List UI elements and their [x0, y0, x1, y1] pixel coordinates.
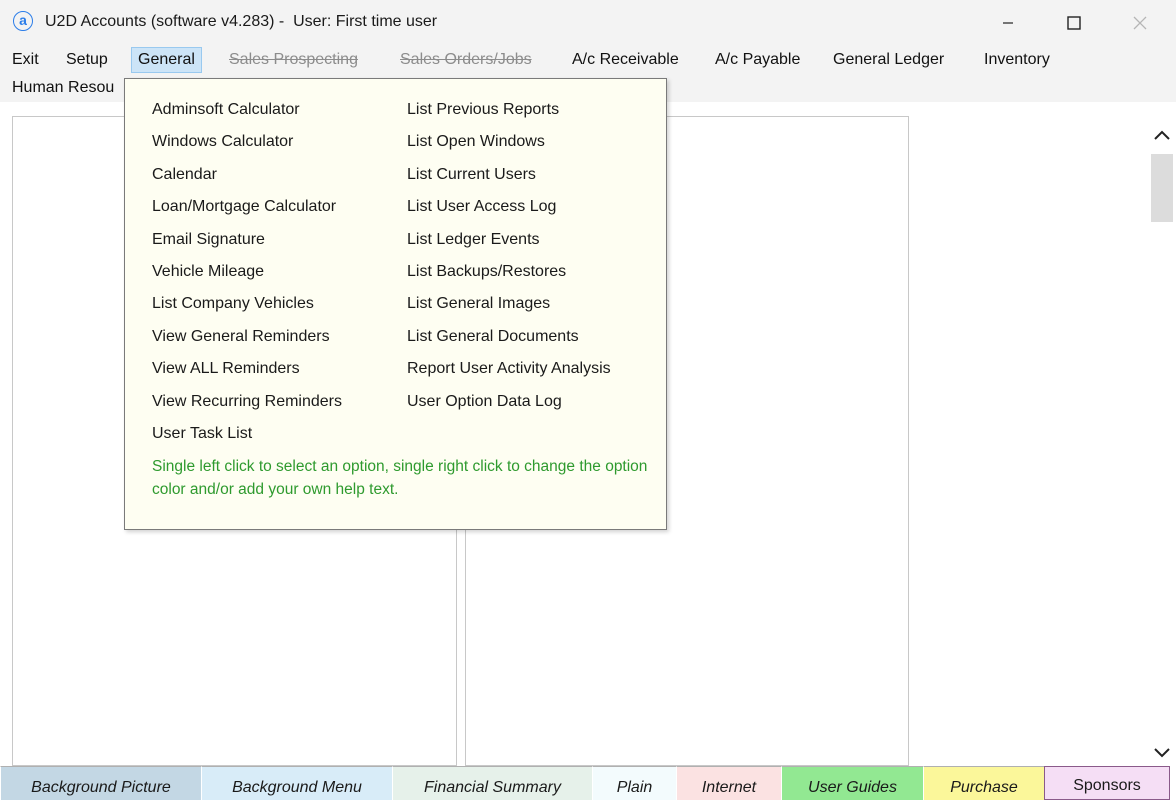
app-logo-icon: a [13, 11, 33, 31]
scroll-up-button[interactable] [1151, 124, 1173, 146]
menu-option-list-previous-reports[interactable]: List Previous Reports [407, 100, 559, 120]
menu-option-list-user-access-log[interactable]: List User Access Log [407, 197, 556, 217]
close-button[interactable] [1107, 0, 1173, 46]
tab-plain[interactable]: Plain [592, 766, 676, 800]
menu-ac-receivable[interactable]: A/c Receivable [572, 48, 679, 72]
menu-option-loan-mortgage-calculator[interactable]: Loan/Mortgage Calculator [152, 197, 336, 217]
menu-sales-orders-jobs[interactable]: Sales Orders/Jobs [400, 48, 532, 72]
menu-option-list-open-windows[interactable]: List Open Windows [407, 132, 545, 152]
menu-option-view-recurring-reminders[interactable]: View Recurring Reminders [152, 392, 342, 412]
menu-option-vehicle-mileage[interactable]: Vehicle Mileage [152, 262, 264, 282]
tab-purchase[interactable]: Purchase [923, 766, 1044, 800]
menu-setup[interactable]: Setup [66, 48, 108, 72]
menu-general-ledger[interactable]: General Ledger [833, 48, 944, 72]
tab-internet[interactable]: Internet [676, 766, 781, 800]
general-dropdown-menu: Adminsoft Calculator Windows Calculator … [124, 78, 667, 530]
menu-option-adminsoft-calculator[interactable]: Adminsoft Calculator [152, 100, 300, 120]
maximize-button[interactable] [1041, 0, 1107, 46]
menu-option-user-option-data-log[interactable]: User Option Data Log [407, 392, 562, 412]
menu-option-view-all-reminders[interactable]: View ALL Reminders [152, 359, 300, 379]
menu-option-list-current-users[interactable]: List Current Users [407, 165, 536, 185]
minimize-button[interactable] [975, 0, 1041, 46]
menu-general[interactable]: General [131, 47, 202, 73]
menu-option-calendar[interactable]: Calendar [152, 165, 217, 185]
chevron-down-icon [1154, 748, 1170, 758]
minimize-icon [1003, 22, 1013, 24]
chevron-up-icon [1154, 130, 1170, 140]
title-bar: a U2D Accounts (software v4.283) - User:… [0, 0, 1176, 46]
menu-sales-prospecting[interactable]: Sales Prospecting [229, 48, 358, 72]
menu-option-windows-calculator[interactable]: Windows Calculator [152, 132, 293, 152]
menu-option-view-general-reminders[interactable]: View General Reminders [152, 327, 330, 347]
tab-sponsors[interactable]: Sponsors [1044, 766, 1170, 800]
menu-inventory[interactable]: Inventory [984, 48, 1050, 72]
menu-option-list-general-documents[interactable]: List General Documents [407, 327, 579, 347]
menu-option-email-signature[interactable]: Email Signature [152, 230, 265, 250]
maximize-icon [1067, 16, 1081, 30]
tab-user-guides[interactable]: User Guides [781, 766, 923, 800]
menu-ac-payable[interactable]: A/c Payable [715, 48, 800, 72]
menu-option-user-task-list[interactable]: User Task List [152, 424, 252, 444]
menu-option-list-general-images[interactable]: List General Images [407, 294, 550, 314]
menu-human-resources[interactable]: Human Resou [12, 76, 114, 100]
close-icon [1133, 16, 1147, 30]
window-title: U2D Accounts (software v4.283) - User: F… [45, 13, 438, 30]
menu-option-list-company-vehicles[interactable]: List Company Vehicles [152, 294, 314, 314]
scroll-thumb[interactable] [1151, 154, 1173, 222]
tab-background-picture[interactable]: Background Picture [0, 766, 201, 800]
scroll-down-button[interactable] [1151, 742, 1173, 764]
menu-help-text: Single left click to select an option, s… [152, 458, 648, 498]
tab-financial-summary[interactable]: Financial Summary [392, 766, 592, 800]
menu-option-list-backups-restores[interactable]: List Backups/Restores [407, 262, 566, 282]
menu-option-list-ledger-events[interactable]: List Ledger Events [407, 230, 540, 250]
tab-background-menu[interactable]: Background Menu [201, 766, 392, 800]
menu-exit[interactable]: Exit [12, 48, 39, 72]
menu-option-report-user-activity-analysis[interactable]: Report User Activity Analysis [407, 359, 611, 379]
